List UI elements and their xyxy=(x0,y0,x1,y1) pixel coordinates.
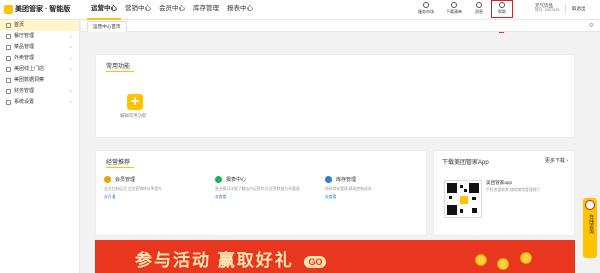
service-market-label: 服务市场 xyxy=(418,9,434,14)
inventory-icon xyxy=(325,176,332,183)
sidebar-item-settings[interactable]: 系统设置 ⌄ xyxy=(0,97,79,108)
restaurant-icon xyxy=(6,34,11,39)
chart-icon xyxy=(6,78,11,83)
coin-icon xyxy=(520,252,532,264)
dish-icon xyxy=(6,45,11,50)
logout-button[interactable]: 取退出 xyxy=(572,6,586,12)
recommend-item-link[interactable]: 去开通 xyxy=(104,195,204,200)
meituan-logo-icon xyxy=(459,195,469,205)
store-icon xyxy=(423,2,429,8)
download-icon xyxy=(451,2,457,8)
chevron-down-icon: ⌄ xyxy=(68,44,73,50)
sidebar-item-takeout[interactable]: 外卖管理 ⌄ xyxy=(0,53,79,64)
member-icon xyxy=(104,176,111,183)
sidebar: 首页 餐厅管理 ⌄ 菜品管理 ⌄ 外卖管理 ⌄ 美团线上门店 ⌄ 美团数据洞察 … xyxy=(0,20,80,273)
sidebar-item-label: 外卖管理 xyxy=(14,55,35,61)
sidebar-item-label: 首页 xyxy=(14,22,25,28)
nav-item-inventory[interactable]: 库存管理 xyxy=(189,0,223,20)
title-underline xyxy=(106,167,134,168)
app-qr-code xyxy=(444,180,482,218)
sidebar-item-online-store[interactable]: 美团线上门店 ⌄ xyxy=(0,64,79,75)
takeout-icon xyxy=(6,56,11,61)
coin-icon xyxy=(475,254,487,266)
messages-label: 消息 xyxy=(475,9,483,14)
gear-icon xyxy=(6,100,11,105)
app-name: 美团管家app xyxy=(486,180,513,185)
coin-icon xyxy=(497,258,509,270)
recommend-item-desc: 会员拉新促活,会员营销转化率提升 xyxy=(104,187,163,191)
online-consult-button[interactable]: 在线咨询 xyxy=(583,198,597,258)
online-consult-label: 在线咨询 xyxy=(588,214,594,234)
user-info[interactable]: 元气饮品 账号: 5397635 xyxy=(535,3,560,13)
sidebar-item-restaurant[interactable]: 餐厅管理 ⌄ xyxy=(0,31,79,42)
title-underline xyxy=(106,71,134,72)
add-function-button[interactable]: + xyxy=(127,94,143,110)
app-title: 美团管家 · 智能版 xyxy=(15,6,71,13)
recommend-title-text: 经营推荐 xyxy=(106,160,131,166)
banner-go-badge: GO xyxy=(304,255,327,268)
user-account: 账号: 5397635 xyxy=(535,8,560,12)
tab-bar: 运营中心首页 ⚙ xyxy=(81,20,600,32)
sidebar-item-label: 菜品管理 xyxy=(14,44,35,50)
sidebar-item-data-insight[interactable]: 美团数据洞察 xyxy=(0,75,79,86)
download-list-label: 下载清单 xyxy=(446,9,462,14)
promo-banner[interactable]: 参与活动 赢取好礼 GO xyxy=(95,240,575,273)
wallet-icon xyxy=(6,89,11,94)
sidebar-item-label: 系统设置 xyxy=(14,99,35,105)
tab-operations-home[interactable]: 运营中心首页 xyxy=(87,21,127,32)
chevron-down-icon: ⌄ xyxy=(68,99,73,105)
more-downloads-link[interactable]: 更多下载 › xyxy=(545,157,568,164)
chevron-down-icon: ⌄ xyxy=(68,88,73,94)
recommend-item-members[interactable]: 会员管理 会员拉新促活,会员营销转化率提升 去开通 xyxy=(104,176,204,200)
messages-button[interactable]: 消息 xyxy=(468,2,490,15)
recommend-item-inventory[interactable]: 库存管理 原料库存管理,精准控制成本 去查看 xyxy=(325,176,425,200)
recommend-item-link[interactable]: 去查看 xyxy=(215,195,315,200)
meituan-logo-icon xyxy=(4,4,13,14)
add-function-label: 编辑常用功能 xyxy=(120,113,147,118)
download-title: 下载美团管家App xyxy=(442,160,489,166)
home-icon xyxy=(6,23,11,28)
nav-item-reports[interactable]: 报表中心 xyxy=(223,0,257,20)
gear-icon[interactable]: ⚙ xyxy=(589,22,594,29)
recommend-item-desc: 原料库存管理,精准控制成本 xyxy=(325,187,372,191)
download-list-button[interactable]: 下载清单 xyxy=(443,2,465,15)
recommend-title: 经营推荐 xyxy=(106,157,134,168)
divider xyxy=(565,4,566,14)
chevron-down-icon: ⌄ xyxy=(68,33,73,39)
chevron-down-icon: ⌄ xyxy=(68,66,73,72)
recommend-item-title: 报表中心 xyxy=(226,177,247,183)
banner-headline: 参与活动 赢取好礼 xyxy=(135,251,294,270)
sidebar-item-label: 餐厅管理 xyxy=(14,33,35,39)
sidebar-item-label: 美团数据洞察 xyxy=(14,77,45,83)
sidebar-item-label: 财务管理 xyxy=(14,88,35,94)
nav-item-operations[interactable]: 运营中心 xyxy=(87,0,121,20)
recommend-item-reports[interactable]: 报表中心 营业概况详细了解店内运营状况,经营数据分析整理 去查看 xyxy=(215,176,315,200)
more-downloads-label: 更多下载 xyxy=(544,158,565,164)
chevron-down-icon: ⌄ xyxy=(68,55,73,61)
common-functions-title-text: 常用功能 xyxy=(106,64,131,70)
common-functions-card: 常用功能 xyxy=(95,54,575,138)
recommend-item-link[interactable]: 去查看 xyxy=(325,195,425,200)
nav-item-members[interactable]: 会员中心 xyxy=(155,0,189,20)
avatar-icon xyxy=(585,200,595,210)
sidebar-item-dishes[interactable]: 菜品管理 ⌄ xyxy=(0,42,79,53)
recommend-item-title: 会员管理 xyxy=(115,177,136,183)
main-nav: 运营中心 营销中心 会员中心 库存管理 报表中心 xyxy=(87,0,257,20)
sidebar-item-home[interactable]: 首页 xyxy=(0,20,79,31)
app-logo[interactable]: 美团管家 · 智能版 xyxy=(4,4,70,14)
banner-text: 参与活动 赢取好礼 GO xyxy=(135,246,327,271)
store-icon xyxy=(6,67,11,72)
sidebar-item-label: 美团线上门店 xyxy=(14,66,45,72)
recommend-item-desc: 营业概况详细了解店内运营状况,经营数据分析整理 xyxy=(215,187,300,191)
bell-icon xyxy=(476,2,482,8)
help-highlight-box xyxy=(491,0,513,18)
service-market-button[interactable]: 服务市场 xyxy=(415,2,437,15)
common-functions-title: 常用功能 xyxy=(106,61,134,72)
recommend-item-title: 库存管理 xyxy=(336,177,357,183)
sidebar-item-finance[interactable]: 财务管理 ⌄ xyxy=(0,86,79,97)
report-icon xyxy=(215,176,222,183)
app-description: 手机收银收款,随时随地管理餐厅 xyxy=(486,188,541,192)
chevron-right-icon: › xyxy=(566,158,568,164)
nav-item-marketing[interactable]: 营销中心 xyxy=(121,0,155,20)
